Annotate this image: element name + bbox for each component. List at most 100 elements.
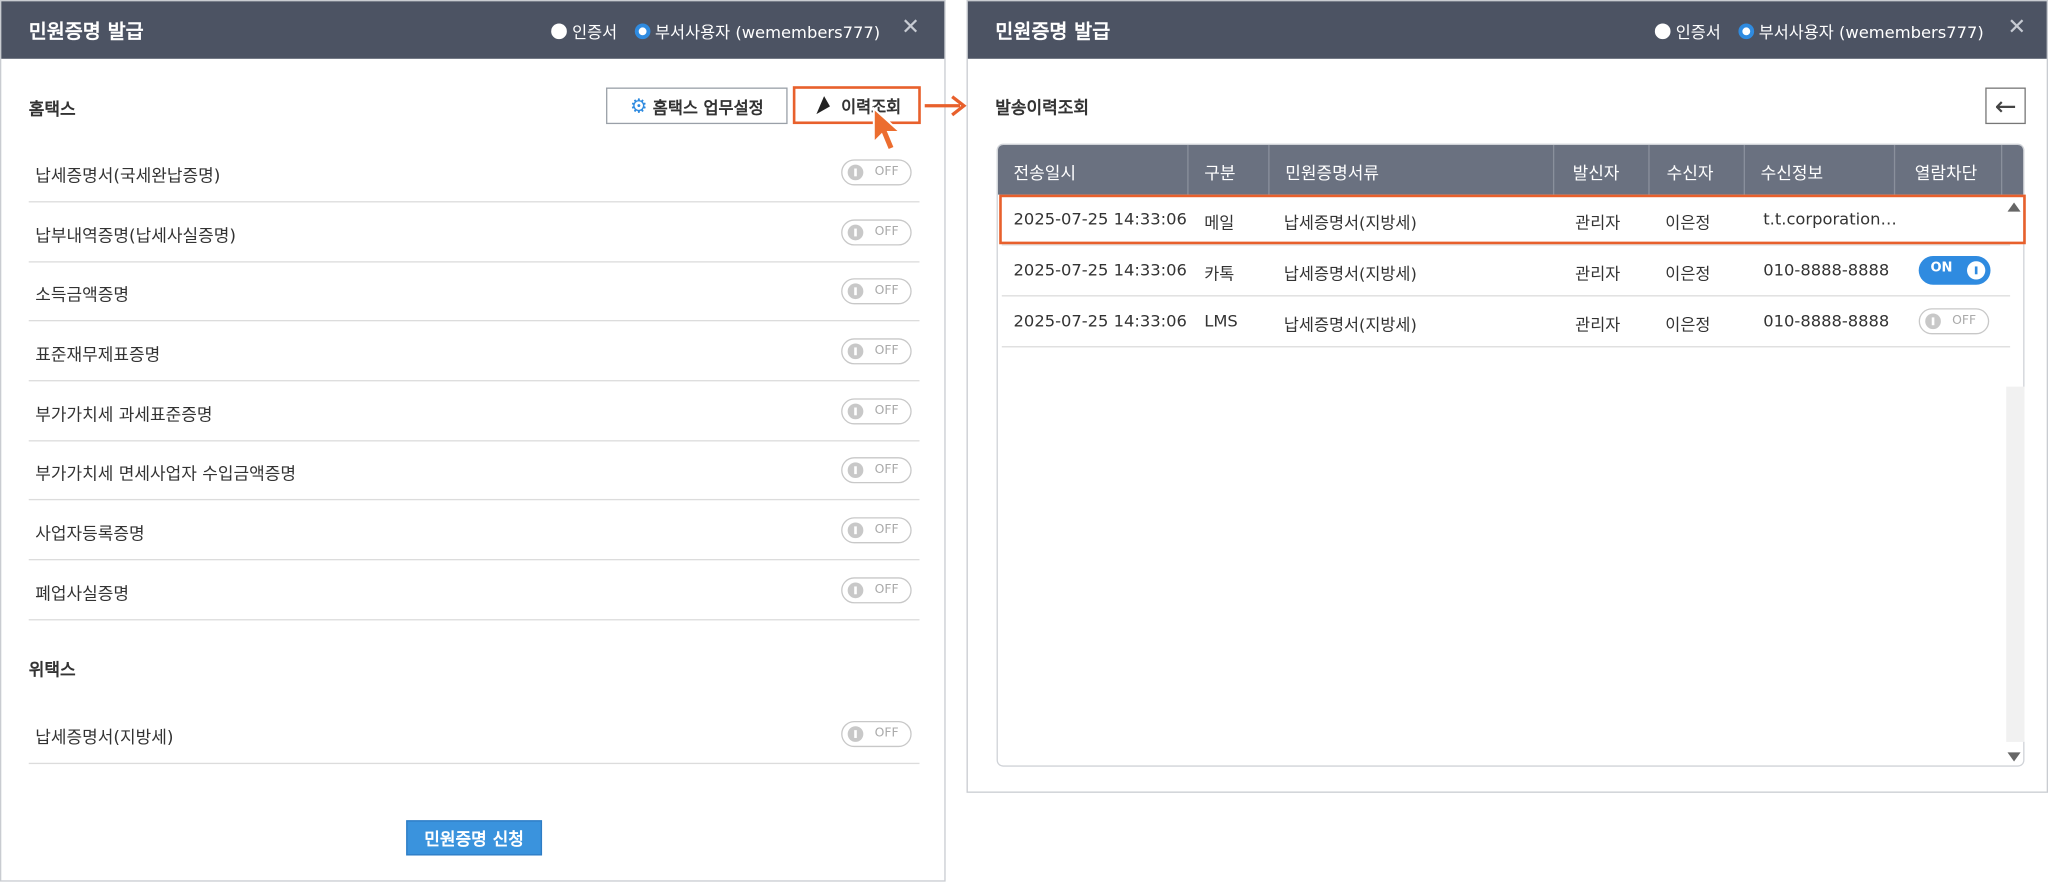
radio-cert[interactable] (1654, 22, 1671, 39)
block-toggle[interactable]: ON (1918, 255, 1991, 285)
toggle-switch[interactable]: OFF (841, 219, 912, 246)
col-receiver: 수신자 (1666, 164, 1714, 185)
toggle-state: OFF (874, 224, 899, 240)
toggle-knob (847, 726, 864, 742)
list-item: 부가가치세 과세표준증명 OFF (28, 383, 920, 442)
col-datetime: 전송일시 (1013, 164, 1077, 185)
col-info: 수신정보 (1760, 164, 1824, 185)
panel-title: 민원증명 발급 (995, 19, 1111, 44)
list-item: 납세증명서(국세완납증명) OFF (28, 144, 920, 203)
toggle-knob (847, 283, 864, 300)
title-bar: 민원증명 발급 인증서 부서사용자 (wemembers777) ✕ (967, 1, 2047, 59)
toggle-knob (847, 462, 864, 479)
toggle-state: OFF (874, 343, 899, 358)
row-highlight-box (999, 194, 2026, 245)
col-block: 열람차단 (1914, 164, 1978, 185)
cell-info: 010-8888-8888 (1763, 310, 1890, 331)
cell-type: LMS (1204, 310, 1238, 331)
arrow-right-icon (924, 95, 967, 117)
hometax-settings-button[interactable]: ⚙ 홈택스 업무설정 (606, 87, 788, 125)
toggle-switch[interactable]: OFF (841, 338, 912, 365)
section-hometax: 홈택스 (28, 100, 76, 121)
issue-panel-right: 민원증명 발급 인증서 부서사용자 (wemembers777) ✕ 발송이력조… (966, 0, 2048, 793)
item-label: 폐업사실증명 (35, 585, 129, 605)
hometax-settings-label: 홈택스 업무설정 (652, 97, 764, 117)
item-label: 납세증명서(국세완납증명) (35, 167, 221, 187)
radio-dept[interactable] (1737, 22, 1754, 39)
cell-doc: 납세증명서(지방세) (1283, 263, 1417, 284)
list-item: 납부내역증명(납세사실증명) OFF (28, 204, 920, 263)
list-item: 폐업사실증명 OFF (28, 562, 920, 621)
item-label: 부가가치세 면세사업자 수입금액증명 (35, 464, 296, 485)
toggle-state: OFF (874, 522, 899, 537)
block-toggle[interactable]: OFF (1918, 308, 1990, 335)
cell-receiver: 이은정 (1665, 314, 1711, 335)
toggle-switch[interactable]: OFF (841, 457, 912, 484)
radio-dept[interactable] (634, 22, 650, 39)
toggle-state: OFF (874, 164, 899, 179)
section-history: 발송이력조회 (995, 99, 1089, 119)
cell-receiver: 이은정 (1665, 263, 1711, 284)
table-row[interactable]: 2025-07-25 14:33:06 LMS 납세증명서(지방세) 관리자 이… (1001, 296, 2011, 348)
toggle-knob (847, 522, 864, 539)
auth-radio-group: 인증서 부서사용자 (wemembers777) (1654, 18, 2001, 43)
radio-cert-label[interactable]: 인증서 (1676, 18, 1721, 43)
cell-sender: 관리자 (1575, 263, 1621, 284)
toggle-knob (1925, 313, 1941, 330)
toggle-switch[interactable]: OFF (841, 159, 912, 186)
scroll-down-icon[interactable] (2007, 752, 2021, 762)
panel-title: 민원증명 발급 (28, 19, 144, 44)
col-sender: 발신자 (1572, 164, 1620, 185)
radio-dept-label[interactable]: 부서사용자 (wemembers777) (1759, 18, 1984, 43)
toggle-knob (847, 164, 864, 181)
item-label: 사업자등록증명 (35, 525, 145, 545)
issue-panel-left: 민원증명 발급 인증서 부서사용자 (wemembers777) ✕ 홈택스 ⚙… (0, 0, 946, 882)
radio-cert[interactable] (551, 22, 567, 39)
list-item: 소득금액증명 OFF (28, 263, 920, 322)
toggle-state: OFF (874, 582, 899, 597)
table-header: 전송일시 구분 민원증명서류 발신자 수신자 수신정보 열람차단 (997, 144, 2024, 195)
col-type: 구분 (1204, 164, 1236, 185)
table-row[interactable]: 2025-07-25 14:33:06 카톡 납세증명서(지방세) 관리자 이은… (1001, 246, 2011, 297)
item-label: 납부내역증명(납세사실증명) (35, 227, 236, 247)
toggle-state: OFF (874, 403, 899, 418)
toggle-state: ON (1930, 261, 1953, 276)
list-item: 사업자등록증명 OFF (28, 502, 920, 561)
table-scrollbar[interactable] (2006, 386, 2025, 742)
close-icon[interactable]: ✕ (2008, 16, 2027, 39)
toggle-knob (847, 224, 864, 241)
apply-button[interactable]: 민원증명 신청 (406, 820, 543, 856)
toggle-knob (1967, 261, 1986, 280)
section-wetax: 위택스 (28, 660, 76, 681)
toggle-switch[interactable]: OFF (841, 278, 912, 305)
toggle-knob (847, 582, 864, 599)
cell-datetime: 2025-07-25 14:33:06 (1013, 310, 1187, 331)
cell-type: 카톡 (1204, 263, 1235, 284)
auth-radio-group: 인증서 부서사용자 (wemembers777) (551, 18, 897, 43)
radio-dept-label[interactable]: 부서사용자 (wemembers777) (655, 18, 880, 43)
paper-plane-icon (810, 96, 830, 115)
item-label: 소득금액증명 (35, 286, 129, 306)
toggle-switch[interactable]: OFF (841, 398, 912, 425)
toggle-switch[interactable]: OFF (841, 517, 912, 544)
item-label: 부가가치세 과세표준증명 (35, 406, 213, 426)
gear-icon: ⚙ (629, 94, 648, 118)
cell-info: 010-8888-8888 (1763, 259, 1890, 280)
toggle-knob (847, 343, 864, 360)
toggle-switch[interactable]: OFF (841, 577, 912, 604)
item-label: 표준재무제표증명 (35, 346, 161, 366)
toggle-state: OFF (1952, 313, 1977, 328)
item-label: 납세증명서(지방세) (35, 728, 174, 749)
toggle-knob (847, 403, 864, 420)
back-button[interactable]: ← (1985, 87, 2026, 125)
radio-cert-label[interactable]: 인증서 (572, 18, 617, 43)
cell-doc: 납세증명서(지방세) (1283, 314, 1417, 335)
arrow-left-icon: ← (1994, 90, 2017, 122)
toggle-switch[interactable]: OFF (841, 720, 912, 748)
close-icon[interactable]: ✕ (901, 16, 920, 39)
list-item: 부가가치세 면세사업자 수입금액증명 OFF (28, 441, 920, 501)
toggle-state: OFF (874, 283, 899, 298)
list-item: 납세증명서(지방세) OFF (28, 705, 920, 765)
toggle-state: OFF (874, 462, 899, 477)
toggle-state: OFF (874, 726, 899, 741)
